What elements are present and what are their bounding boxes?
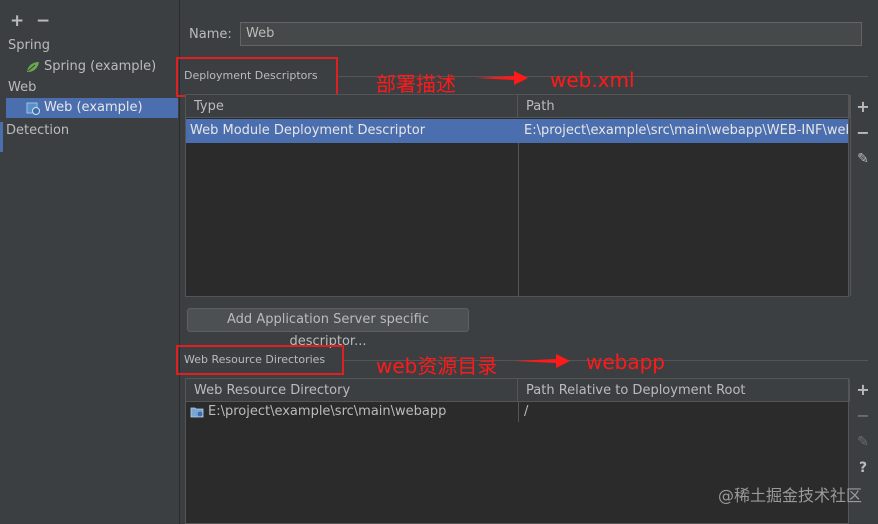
add-facet-button[interactable]: + (10, 12, 24, 30)
edit-descriptor-icon[interactable]: ✎ (857, 148, 869, 170)
web-module-icon (26, 102, 40, 115)
resource-dir-cell: E:\project\example\src\main\webapp (186, 402, 518, 422)
resources-toolbar: + − ✎ ? (854, 379, 872, 479)
name-label: Name: (189, 27, 232, 42)
help-icon[interactable]: ? (859, 457, 867, 479)
column-header-relative-path[interactable]: Path Relative to Deployment Root (518, 379, 850, 402)
annotation-web-xml: web.xml (550, 68, 635, 92)
remove-resource-icon[interactable]: − (856, 405, 869, 427)
tree-label: Detection (6, 123, 70, 138)
annotation-web-resource-dir: web资源目录 (376, 354, 498, 378)
remove-facet-button[interactable]: − (36, 12, 50, 30)
tree-group-web[interactable]: Web (8, 78, 36, 98)
tree-label: Web (example) (44, 100, 143, 115)
column-header-resource-dir[interactable]: Web Resource Directory (186, 379, 518, 402)
annotation-webapp: webapp (586, 350, 666, 374)
remove-descriptor-icon[interactable]: − (856, 122, 869, 144)
annotation-arrow-1 (476, 71, 528, 85)
descriptor-type-cell: Web Module Deployment Descriptor (190, 123, 426, 138)
tree-label: Web (8, 80, 37, 95)
tree-group-spring[interactable]: Spring (8, 36, 50, 56)
descriptors-toolbar: + − ✎ (854, 96, 872, 170)
tree-item-web-example[interactable]: Web (example) (6, 98, 178, 118)
tree-label: Spring (example) (44, 59, 157, 74)
tree-label: Spring (8, 38, 50, 53)
relative-path-cell: / (524, 404, 529, 419)
add-server-descriptor-button[interactable]: Add Application Server specific descript… (187, 308, 469, 349)
facets-panel: + − Spring Spring (example) Web Web (exa… (0, 0, 180, 524)
spring-leaf-icon (27, 62, 39, 72)
facets-toolbar: + − (10, 10, 50, 32)
edit-resource-icon[interactable]: ✎ (857, 431, 869, 453)
facet-settings-panel: Name: Web Deployment Descriptors 部署描述 we… (176, 0, 878, 524)
tree-item-spring-example[interactable]: Spring (example) (26, 57, 156, 77)
column-header-path[interactable]: Path (518, 95, 850, 118)
tree-group-detection[interactable]: Detection (6, 121, 69, 141)
column-separator (518, 143, 519, 296)
selection-indicator (0, 122, 3, 152)
table-row[interactable]: E:\project\example\src\main\webapp / (186, 402, 848, 422)
resource-dir-text: E:\project\example\src\main\webapp (208, 404, 447, 419)
highlight-box-descriptors (176, 57, 338, 97)
annotation-arrow-2 (514, 354, 570, 368)
table-row[interactable]: Web Module Deployment Descriptor E:\proj… (186, 119, 848, 143)
descriptor-path-cell: E:\project\example\src\main\webapp\WEB-I… (524, 123, 848, 138)
highlight-box-resources (176, 345, 344, 375)
annotation-deployment-descriptor: 部署描述 (376, 72, 456, 96)
descriptors-table: Type Path Web Module Deployment Descript… (185, 94, 851, 297)
name-field[interactable]: Web (240, 22, 862, 46)
column-separator (850, 95, 851, 296)
watermark: @稀土掘金技术社区 (717, 486, 862, 505)
add-descriptor-icon[interactable]: + (856, 96, 869, 118)
column-header-type[interactable]: Type (186, 95, 518, 118)
add-resource-icon[interactable]: + (856, 379, 869, 401)
column-separator (518, 402, 519, 422)
folder-icon (190, 407, 204, 417)
